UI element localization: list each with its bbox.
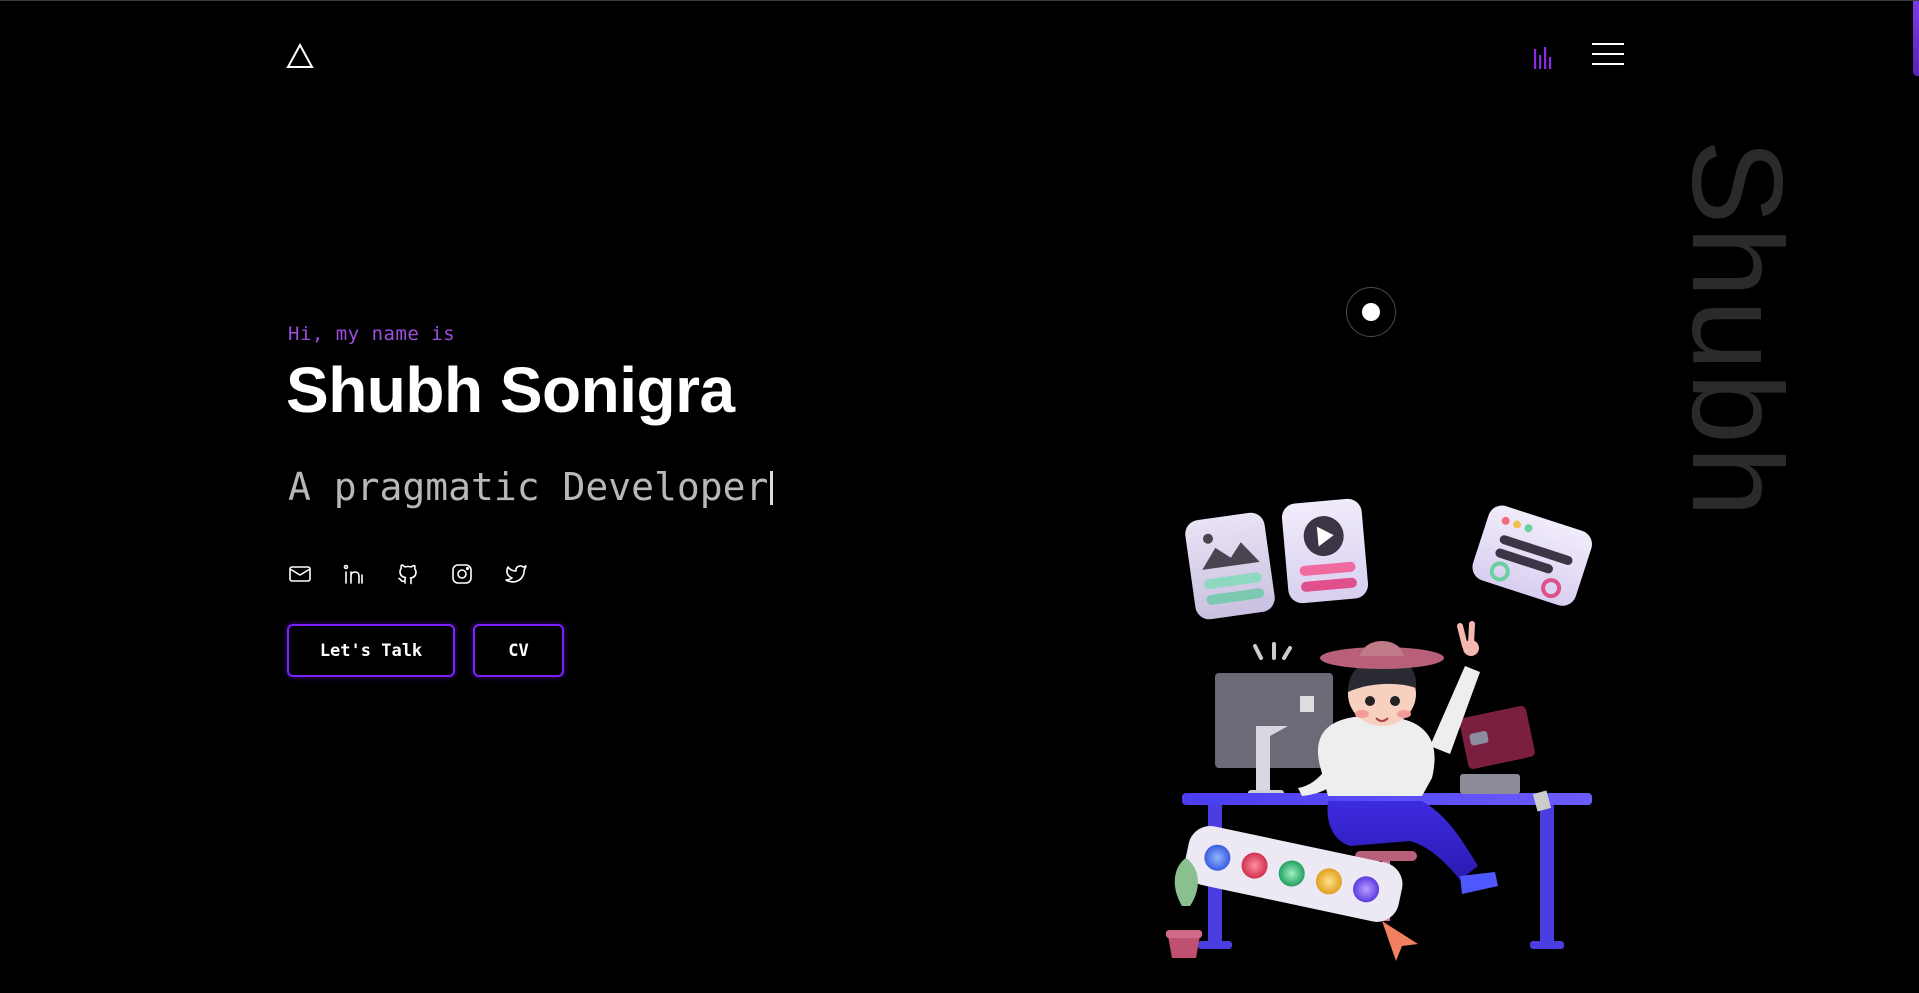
tagline: A pragmatic Developer [288,465,774,509]
page: Hi, my name is Shubh Sonigra A pragmatic… [0,0,1919,993]
twitter-icon[interactable] [504,562,528,586]
linkedin-icon[interactable] [342,562,366,586]
hero-name: Shubh Sonigra [286,353,735,427]
developer-illustration [1160,496,1610,966]
instagram-icon[interactable] [450,562,474,586]
custom-cursor-dot [1346,287,1396,337]
cv-button[interactable]: CV [473,624,564,677]
social-links [288,562,528,586]
typing-cursor [770,471,774,505]
first-name: Shubh [286,354,483,426]
greeting-text: Hi, my name is [288,323,456,345]
github-icon[interactable] [396,562,420,586]
last-name: Sonigra [499,354,735,426]
tagline-text: A pragmatic Developer [288,465,769,509]
hamburger-menu-icon[interactable] [1592,43,1624,69]
mail-icon[interactable] [288,562,312,586]
lets-talk-button[interactable]: Let's Talk [287,624,455,677]
name-watermark: Shubh [1665,139,1808,520]
scroll-progress-bar[interactable] [1913,1,1919,76]
triangle-logo-icon[interactable] [286,42,314,69]
sound-bars-icon[interactable] [1531,43,1553,73]
